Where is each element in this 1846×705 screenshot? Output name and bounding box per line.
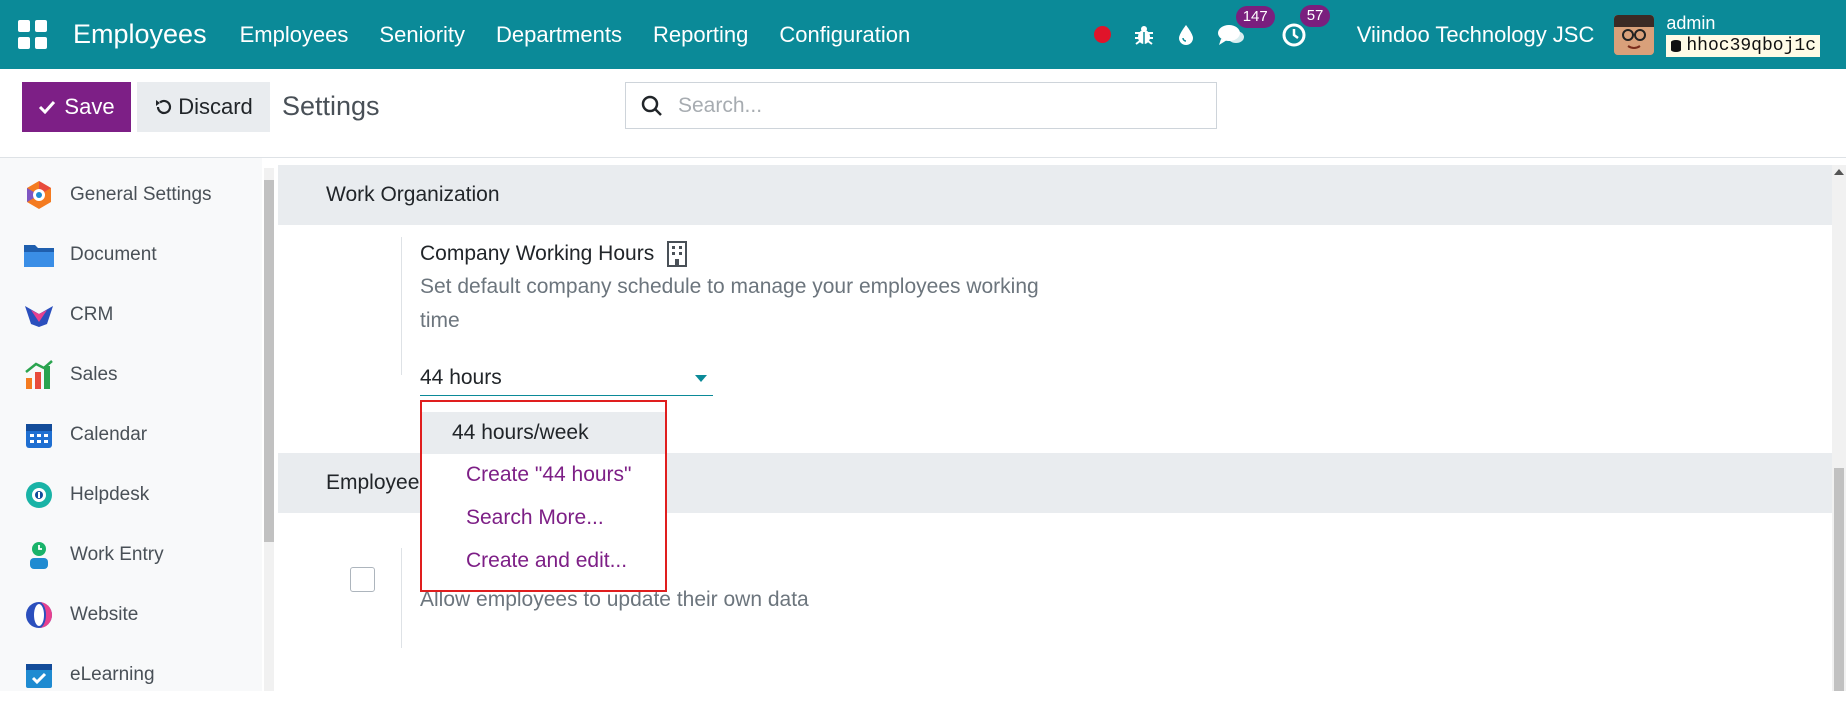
sales-chart-icon [22,358,56,392]
drop-icon[interactable] [1177,24,1195,46]
sidebar-label: Document [70,244,157,265]
sidebar-label: eLearning [70,664,155,685]
option-label: Create and edit... [466,549,628,572]
website-icon [22,598,56,632]
db-name-text: hhoc39qboj1c [1686,35,1816,56]
user-menu[interactable]: admin hhoc39qboj1c [1666,13,1820,57]
chevron-down-icon[interactable] [695,374,707,382]
sidebar-label: Website [70,604,139,625]
search-box[interactable] [625,82,1217,129]
menu-employees[interactable]: Employees [240,22,349,48]
crm-icon [22,298,56,332]
menu-seniority[interactable]: Seniority [379,22,465,48]
clock-icon[interactable]: 57 [1281,4,1331,48]
section-title: Work Organization [326,183,500,206]
save-label: Save [64,94,115,119]
elearning-icon [22,658,56,692]
save-button[interactable]: Save [22,82,131,132]
sidebar-label: Helpdesk [70,484,150,505]
working-hours-dropdown: 44 hours/week Create "44 hours" Search M… [420,400,667,592]
sidebar-label: Calendar [70,424,148,445]
option-label: Search More... [466,506,604,529]
menu-reporting[interactable]: Reporting [653,22,748,48]
dropdown-option-44-hours-week[interactable]: 44 hours/week [422,412,665,454]
sidebar-label: Work Entry [70,544,164,565]
bug-icon[interactable] [1133,24,1155,46]
headset-icon [22,478,56,512]
record-dot-icon[interactable] [1093,26,1111,43]
working-hours-description: Set default company schedule to manage y… [420,275,1039,332]
discard-button[interactable]: Discard [137,82,270,132]
sidebar-item-work-entry[interactable]: Work Entry [0,525,262,585]
database-icon [1671,39,1682,52]
sidebar-item-calendar[interactable]: Calendar [0,405,262,465]
sidebar-scrollbar[interactable] [264,168,274,691]
dropdown-create-option[interactable]: Create "44 hours" [422,454,665,496]
calendar-icon [22,418,56,452]
dropdown-search-more[interactable]: Search More... [422,497,665,539]
sidebar-item-website[interactable]: Website [0,585,262,645]
working-hours-title: Company Working Hours [420,241,688,267]
menu-configuration[interactable]: Configuration [779,22,910,48]
chat-icon[interactable]: 147 [1217,5,1275,47]
control-panel: Save Discard Settings [0,69,1846,158]
sidebar-item-helpdesk[interactable]: Helpdesk [0,465,262,525]
dropdown-create-and-edit[interactable]: Create and edit... [422,540,665,582]
folder-icon [22,238,56,272]
content-scrollbar[interactable] [1832,165,1846,691]
messages-badge: 147 [1235,5,1275,28]
apps-grid-icon[interactable] [18,19,48,50]
search-input[interactable] [676,92,1200,119]
company-building-icon [667,241,688,267]
setting-divider [401,548,402,648]
setting-divider [401,237,402,375]
option-label: 44 hours/week [452,421,589,444]
section-title: Employee [326,471,420,494]
general-settings-icon [22,178,56,212]
section-work-organization: Work Organization [278,165,1832,225]
company-switcher[interactable]: Viindoo Technology JSC [1357,22,1595,48]
sidebar-label: CRM [70,304,114,325]
activities-badge: 57 [1299,4,1331,27]
undo-icon [156,99,172,115]
sidebar-item-crm[interactable]: CRM [0,285,262,345]
menu-departments[interactable]: Departments [496,22,622,48]
sidebar-item-document[interactable]: Document [0,225,262,285]
working-hours-select[interactable]: 44 hours [420,361,713,396]
discard-label: Discard [178,94,253,119]
app-title[interactable]: Employees [73,19,207,50]
page-title: Settings [282,91,380,121]
avatar[interactable] [1614,14,1655,55]
sidebar-item-elearning[interactable]: eLearning [0,645,262,705]
sidebar-item-sales[interactable]: Sales [0,345,262,405]
check-icon [39,100,56,114]
settings-sidebar: General Settings Document CRM Sales Cale… [0,158,262,691]
sidebar-label: Sales [70,364,118,385]
option-label: Create "44 hours" [466,463,632,486]
sidebar-item-general-settings[interactable]: General Settings [0,165,262,225]
work-entry-icon [22,538,56,572]
employee-edition-checkbox[interactable] [350,567,375,592]
db-name: hhoc39qboj1c [1666,34,1820,57]
search-icon [641,95,662,116]
top-navbar: Employees Employees Seniority Department… [0,0,1846,69]
working-hours-value: 44 hours [420,366,502,389]
working-hours-label: Company Working Hours [420,242,655,265]
sidebar-label: General Settings [70,184,212,205]
user-name: admin [1666,12,1716,33]
